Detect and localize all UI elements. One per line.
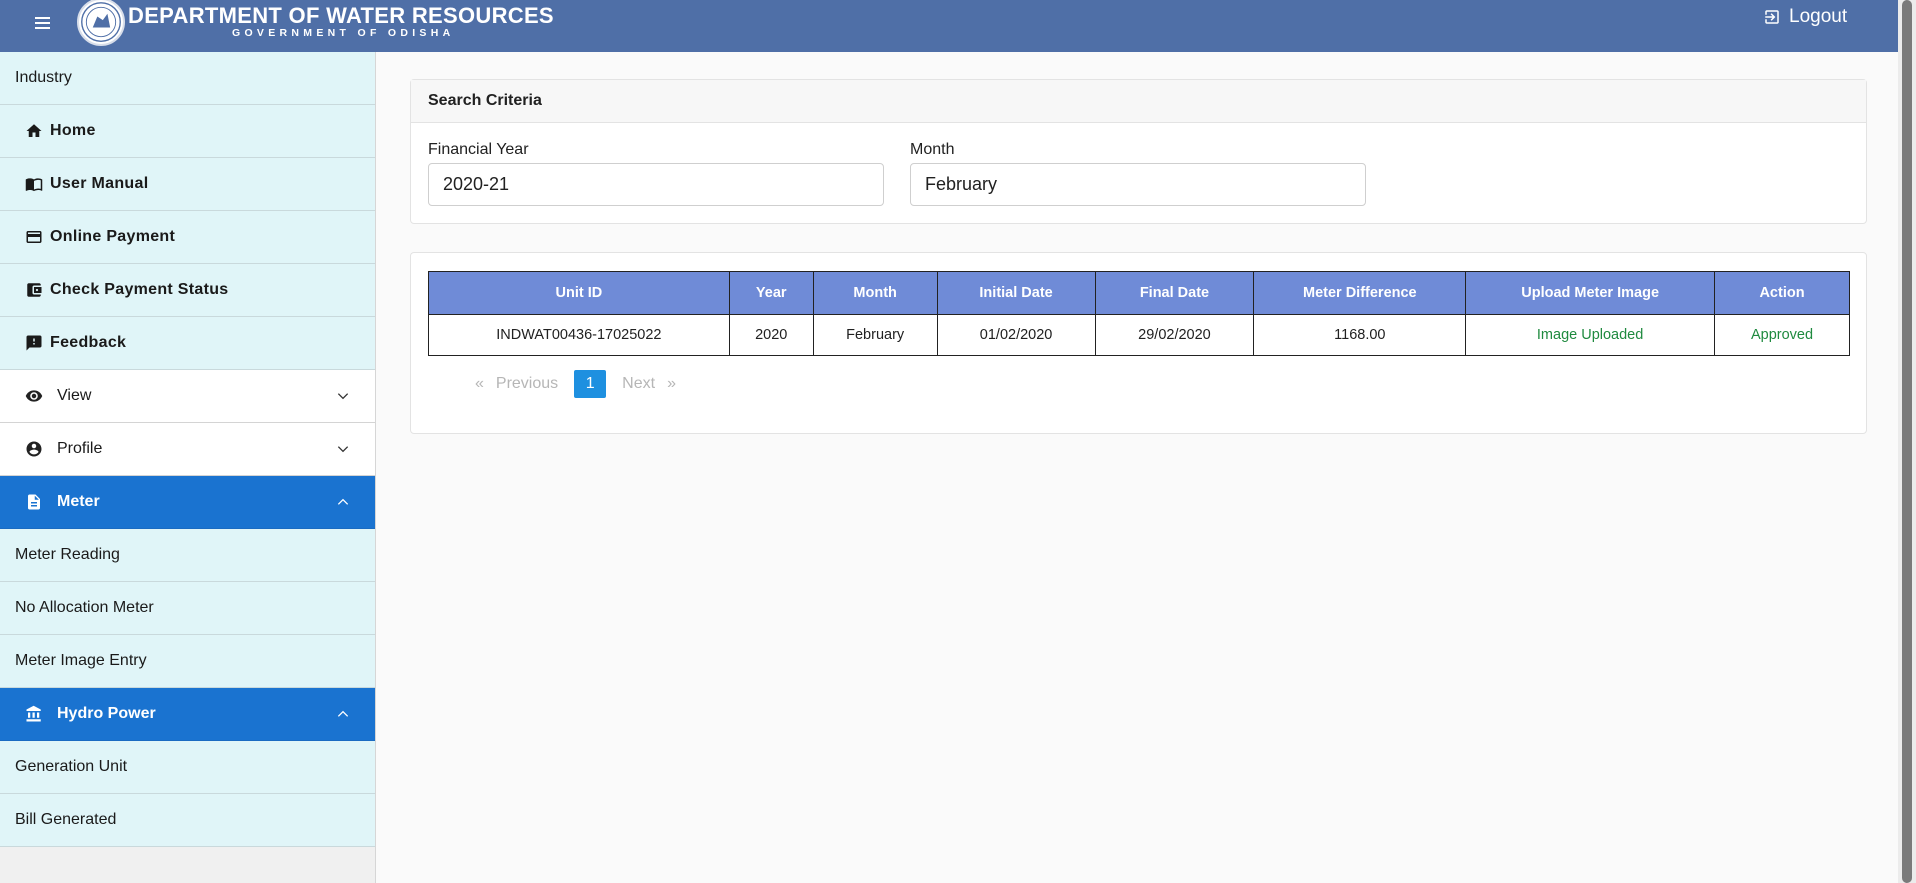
chevron-down-icon <box>337 393 349 400</box>
sidebar-item-bill-generated[interactable]: Bill Generated <box>0 794 375 847</box>
chevron-up-icon <box>337 710 349 717</box>
sidebar-group-view[interactable]: View <box>0 370 375 423</box>
home-icon <box>26 124 42 137</box>
sidebar-group-label: Meter <box>57 493 100 510</box>
scrollbar-thumb[interactable] <box>1902 0 1912 883</box>
table-row: INDWAT00436-17025022 2020 February 01/02… <box>428 314 1850 356</box>
bank-icon <box>26 705 41 722</box>
last-page-link[interactable]: » <box>661 375 682 393</box>
final-date-cell: 29/02/2020 <box>1094 314 1255 356</box>
month-cell: February <box>812 314 938 356</box>
sidebar-item-label: Generation Unit <box>15 758 128 775</box>
top-header: DEPARTMENT OF WATER RESOURCES GOVERNMENT… <box>0 0 1898 52</box>
results-card: Unit ID Year Month Initial Date Final Da… <box>410 252 1867 434</box>
credit-card-icon <box>26 231 42 243</box>
sidebar-group-hydro-power[interactable]: Hydro Power <box>0 688 375 741</box>
sidebar-section-industry[interactable]: Industry <box>0 52 375 105</box>
column-header[interactable]: Month <box>812 271 938 315</box>
column-header[interactable]: Final Date <box>1094 271 1255 315</box>
initial-date-cell: 01/02/2020 <box>936 314 1096 356</box>
sidebar-item-label: Meter Image Entry <box>15 652 147 669</box>
chevron-up-icon <box>337 498 349 505</box>
sidebar-item-generation-unit[interactable]: Generation Unit <box>0 741 375 794</box>
sidebar-item-label: Home <box>50 122 96 139</box>
pagination: « Previous 1 Next » <box>469 370 682 398</box>
sidebar-section-label: Industry <box>15 69 72 86</box>
feedback-icon <box>26 335 42 351</box>
first-page-link[interactable]: « <box>469 375 490 393</box>
page-scrollbar[interactable] <box>1898 0 1916 883</box>
table-header-row: Unit ID Year Month Initial Date Final Da… <box>428 271 1850 315</box>
column-header[interactable]: Action <box>1714 271 1850 315</box>
wallet-icon <box>27 283 42 297</box>
financial-year-select[interactable]: 2020-21 <box>428 163 884 206</box>
account-circle-icon <box>26 441 42 457</box>
sidebar-item-label: Meter Reading <box>15 546 120 563</box>
sidebar-group-label: View <box>57 387 92 404</box>
current-page-button[interactable]: 1 <box>574 370 607 398</box>
sidebar-item-label: Check Payment Status <box>50 281 229 298</box>
document-icon <box>28 494 40 510</box>
sidebar: Industry Home User Manual Online Payment… <box>0 52 376 883</box>
sidebar-item-user-manual[interactable]: User Manual <box>0 158 375 211</box>
previous-page-link[interactable]: Previous <box>490 375 564 393</box>
month-select[interactable]: February <box>910 163 1366 206</box>
upload-status-cell: Image Uploaded <box>1465 314 1716 356</box>
search-criteria-card: Search Criteria Financial Year 2020-21 M… <box>410 79 1867 224</box>
card-header: Search Criteria <box>411 80 1866 123</box>
department-subtitle: GOVERNMENT OF ODISHA <box>232 27 455 39</box>
sidebar-item-label: User Manual <box>50 175 149 192</box>
card-title: Search Criteria <box>428 92 542 109</box>
column-header[interactable]: Unit ID <box>428 271 730 315</box>
year-cell: 2020 <box>728 314 814 356</box>
sidebar-item-meter-image-entry[interactable]: Meter Image Entry <box>0 635 375 688</box>
sidebar-item-label: Feedback <box>50 334 127 351</box>
sidebar-item-check-payment-status[interactable]: Check Payment Status <box>0 264 375 317</box>
sidebar-item-label: Online Payment <box>50 228 176 245</box>
column-header[interactable]: Year <box>728 271 814 315</box>
meter-reading-table: Unit ID Year Month Initial Date Final Da… <box>428 271 1850 356</box>
hamburger-menu-icon[interactable] <box>30 10 56 36</box>
logout-icon <box>1765 10 1779 24</box>
sidebar-item-home[interactable]: Home <box>0 105 375 158</box>
sidebar-item-label: Bill Generated <box>15 811 117 828</box>
logout-button[interactable]: Logout <box>1763 6 1847 28</box>
department-title: DEPARTMENT OF WATER RESOURCES <box>128 3 554 28</box>
sidebar-item-no-allocation-meter[interactable]: No Allocation Meter <box>0 582 375 635</box>
chevron-down-icon <box>337 446 349 453</box>
sidebar-item-meter-reading[interactable]: Meter Reading <box>0 529 375 582</box>
sidebar-item-feedback[interactable]: Feedback <box>0 317 375 370</box>
sidebar-group-profile[interactable]: Profile <box>0 423 375 476</box>
column-header[interactable]: Initial Date <box>936 271 1096 315</box>
meter-difference-cell: 1168.00 <box>1253 314 1467 356</box>
next-page-link[interactable]: Next <box>616 375 661 393</box>
column-header[interactable]: Meter Difference <box>1253 271 1467 315</box>
month-label: Month <box>910 141 955 158</box>
sidebar-group-meter[interactable]: Meter <box>0 476 375 529</box>
odisha-emblem-logo <box>77 0 125 46</box>
sidebar-item-online-payment[interactable]: Online Payment <box>0 211 375 264</box>
sidebar-group-label: Profile <box>57 440 103 457</box>
sidebar-item-label: No Allocation Meter <box>15 599 154 616</box>
eye-icon <box>25 390 43 402</box>
column-header[interactable]: Upload Meter Image <box>1465 271 1716 315</box>
action-status-cell: Approved <box>1714 314 1850 356</box>
book-icon <box>25 178 43 192</box>
sidebar-group-label: Hydro Power <box>57 705 156 722</box>
unit-id-cell: INDWAT00436-17025022 <box>428 314 730 356</box>
financial-year-label: Financial Year <box>428 141 529 158</box>
logout-label: Logout <box>1789 6 1848 27</box>
